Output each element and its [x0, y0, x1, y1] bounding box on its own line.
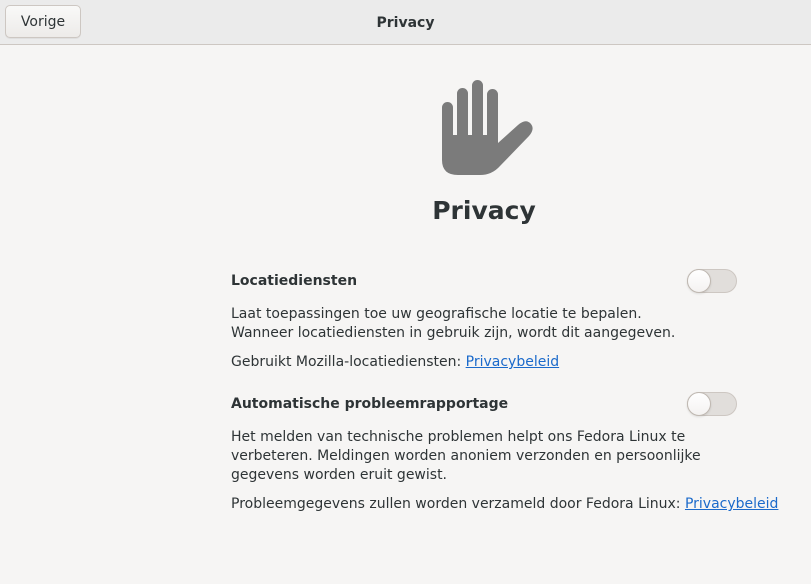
location-services-note: Gebruikt Mozilla-locatiediensten: Privac…	[231, 353, 559, 372]
switch-knob	[687, 392, 711, 416]
location-services-description: Laat toepassingen toe uw geografische lo…	[231, 306, 676, 341]
problem-reporting-switch[interactable]	[687, 392, 737, 416]
header-title: Privacy	[376, 14, 435, 31]
location-privacy-policy-link[interactable]: Privacybeleid	[466, 354, 559, 370]
problem-reporting-description: Het melden van technische problemen help…	[231, 429, 701, 483]
location-services-note-text: Gebruikt Mozilla-locatiediensten:	[231, 354, 466, 370]
location-services-heading: Locatiediensten	[231, 273, 358, 289]
problem-reporting-section: Automatische probleemrapportage Het meld…	[231, 392, 778, 516]
back-button[interactable]: Vorige	[5, 5, 81, 38]
location-services-switch[interactable]	[687, 269, 737, 293]
reporting-privacy-policy-link[interactable]: Privacybeleid	[685, 496, 778, 512]
raised-hand-icon	[442, 80, 533, 175]
problem-reporting-note: Probleemgegevens zullen worden verzameld…	[231, 495, 778, 514]
problem-reporting-note-text: Probleemgegevens zullen worden verzameld…	[231, 496, 685, 512]
switch-knob	[687, 269, 711, 293]
problem-reporting-heading: Automatische probleemrapportage	[231, 396, 509, 412]
location-services-section: Locatiediensten Laat toepassingen toe uw…	[231, 269, 741, 373]
page-title: Privacy	[432, 196, 536, 225]
header-bar: Vorige Privacy	[0, 0, 811, 45]
